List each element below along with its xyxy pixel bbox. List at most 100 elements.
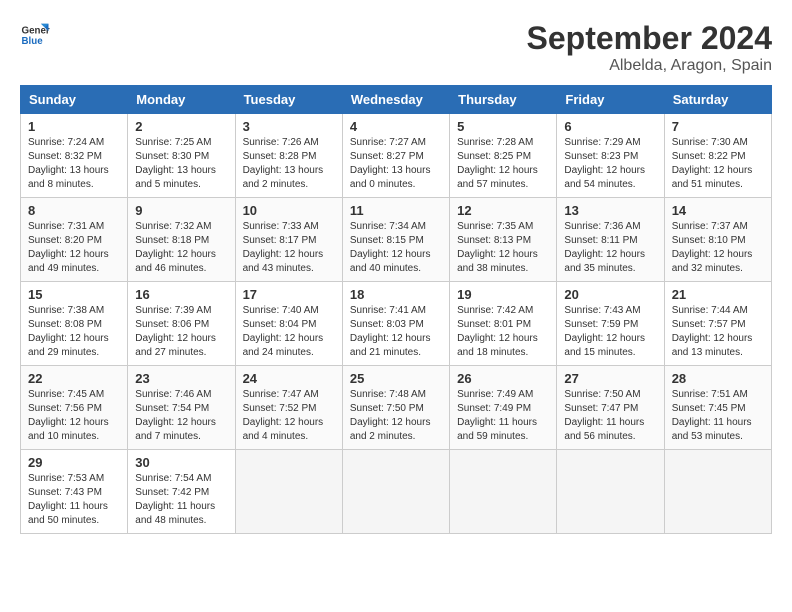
day-header-monday: Monday [128, 86, 235, 114]
calendar-cell: 28Sunrise: 7:51 AM Sunset: 7:45 PM Dayli… [664, 366, 771, 450]
day-info: Sunrise: 7:36 AM Sunset: 8:11 PM Dayligh… [564, 220, 656, 276]
calendar-cell: 7 Sunrise: 7:30 AM Sunset: 8:22 PM Daylig… [664, 114, 771, 198]
day-header-thursday: Thursday [450, 86, 557, 114]
day-number: 27 [564, 371, 656, 386]
calendar-cell: 17 Sunrise: 7:40 AM Sunset: 8:04 PM Dayli… [235, 282, 342, 366]
logo-icon: General Blue [20, 20, 50, 50]
title-block: September 2024 Albelda, Aragon, Spain [527, 20, 772, 75]
day-number: 8 [28, 203, 120, 218]
day-info: Sunrise: 7:26 AM Sunset: 8:28 PM Dayligh… [243, 136, 335, 192]
day-number: 2 [135, 119, 227, 134]
calendar-cell: 25 Sunrise: 7:48 AM Sunset: 7:50 PM Dayli… [342, 366, 449, 450]
day-info: Sunrise: 7:31 AM Sunset: 8:20 PM Dayligh… [28, 220, 120, 276]
day-number: 4 [350, 119, 442, 134]
day-number: 6 [564, 119, 656, 134]
day-number: 15 [28, 287, 120, 302]
day-info: Sunrise: 7:39 AM Sunset: 8:06 PM Dayligh… [135, 304, 227, 360]
day-number: 16 [135, 287, 227, 302]
calendar-cell: 23Sunrise: 7:46 AM Sunset: 7:54 PM Dayli… [128, 366, 235, 450]
calendar-cell [664, 450, 771, 534]
calendar-cell: 2 Sunrise: 7:25 AM Sunset: 8:30 PM Daylig… [128, 114, 235, 198]
day-number: 23 [135, 371, 227, 386]
day-info: Sunrise: 7:38 AM Sunset: 8:08 PM Dayligh… [28, 304, 120, 360]
day-number: 1 [28, 119, 120, 134]
day-header-saturday: Saturday [664, 86, 771, 114]
day-number: 22 [28, 371, 120, 386]
calendar-cell: 4Sunrise: 7:27 AM Sunset: 8:27 PM Daylig… [342, 114, 449, 198]
day-number: 7 [672, 119, 764, 134]
day-info: Sunrise: 7:48 AM Sunset: 7:50 PM Dayligh… [350, 388, 442, 444]
svg-text:Blue: Blue [22, 36, 44, 47]
day-info: Sunrise: 7:35 AM Sunset: 8:13 PM Dayligh… [457, 220, 549, 276]
week-row-3: 15 Sunrise: 7:38 AM Sunset: 8:08 PM Dayli… [21, 282, 772, 366]
day-info: Sunrise: 7:40 AM Sunset: 8:04 PM Dayligh… [243, 304, 335, 360]
month-title: September 2024 [527, 20, 772, 57]
calendar-body: 1 Sunrise: 7:24 AM Sunset: 8:32 PM Daylig… [21, 114, 772, 534]
day-info: Sunrise: 7:25 AM Sunset: 8:30 PM Dayligh… [135, 136, 227, 192]
calendar-cell: 8 Sunrise: 7:31 AM Sunset: 8:20 PM Daylig… [21, 198, 128, 282]
calendar-cell: 18 Sunrise: 7:41 AM Sunset: 8:03 PM Dayli… [342, 282, 449, 366]
day-info: Sunrise: 7:53 AM Sunset: 7:43 PM Dayligh… [28, 472, 120, 528]
calendar-cell [450, 450, 557, 534]
calendar-cell: 14 Sunrise: 7:37 AM Sunset: 8:10 PM Dayli… [664, 198, 771, 282]
calendar-cell: 9 Sunrise: 7:32 AM Sunset: 8:18 PM Daylig… [128, 198, 235, 282]
calendar-cell [557, 450, 664, 534]
header: General Blue September 2024 Albelda, Ara… [20, 20, 772, 75]
day-number: 25 [350, 371, 442, 386]
calendar-cell: 24 Sunrise: 7:47 AM Sunset: 7:52 PM Dayli… [235, 366, 342, 450]
day-info: Sunrise: 7:44 AM Sunset: 7:57 PM Dayligh… [672, 304, 764, 360]
day-info: Sunrise: 7:41 AM Sunset: 8:03 PM Dayligh… [350, 304, 442, 360]
calendar-table: SundayMondayTuesdayWednesdayThursdayFrid… [20, 85, 772, 534]
day-header-tuesday: Tuesday [235, 86, 342, 114]
logo: General Blue [20, 20, 50, 50]
day-number: 14 [672, 203, 764, 218]
day-header-friday: Friday [557, 86, 664, 114]
calendar-cell: 22Sunrise: 7:45 AM Sunset: 7:56 PM Dayli… [21, 366, 128, 450]
day-info: Sunrise: 7:30 AM Sunset: 8:22 PM Dayligh… [672, 136, 764, 192]
day-number: 21 [672, 287, 764, 302]
day-number: 3 [243, 119, 335, 134]
day-number: 29 [28, 455, 120, 470]
calendar-cell: 1 Sunrise: 7:24 AM Sunset: 8:32 PM Daylig… [21, 114, 128, 198]
week-row-5: 29 Sunrise: 7:53 AM Sunset: 7:43 PM Dayli… [21, 450, 772, 534]
calendar-cell: 3 Sunrise: 7:26 AM Sunset: 8:28 PM Daylig… [235, 114, 342, 198]
day-number: 12 [457, 203, 549, 218]
day-info: Sunrise: 7:50 AM Sunset: 7:47 PM Dayligh… [564, 388, 656, 444]
day-info: Sunrise: 7:24 AM Sunset: 8:32 PM Dayligh… [28, 136, 120, 192]
day-number: 20 [564, 287, 656, 302]
day-number: 19 [457, 287, 549, 302]
day-info: Sunrise: 7:54 AM Sunset: 7:42 PM Dayligh… [135, 472, 227, 528]
day-number: 5 [457, 119, 549, 134]
calendar-cell: 19Sunrise: 7:42 AM Sunset: 8:01 PM Dayli… [450, 282, 557, 366]
day-number: 30 [135, 455, 227, 470]
calendar-cell: 10Sunrise: 7:33 AM Sunset: 8:17 PM Dayli… [235, 198, 342, 282]
day-number: 11 [350, 203, 442, 218]
day-number: 13 [564, 203, 656, 218]
day-number: 9 [135, 203, 227, 218]
day-info: Sunrise: 7:28 AM Sunset: 8:25 PM Dayligh… [457, 136, 549, 192]
day-header-sunday: Sunday [21, 86, 128, 114]
day-info: Sunrise: 7:32 AM Sunset: 8:18 PM Dayligh… [135, 220, 227, 276]
day-info: Sunrise: 7:43 AM Sunset: 7:59 PM Dayligh… [564, 304, 656, 360]
week-row-4: 22Sunrise: 7:45 AM Sunset: 7:56 PM Dayli… [21, 366, 772, 450]
calendar-cell: 15 Sunrise: 7:38 AM Sunset: 8:08 PM Dayli… [21, 282, 128, 366]
week-row-2: 8 Sunrise: 7:31 AM Sunset: 8:20 PM Daylig… [21, 198, 772, 282]
day-number: 18 [350, 287, 442, 302]
calendar-header-row: SundayMondayTuesdayWednesdayThursdayFrid… [21, 86, 772, 114]
calendar-cell: 12 Sunrise: 7:35 AM Sunset: 8:13 PM Dayli… [450, 198, 557, 282]
calendar-cell: 30 Sunrise: 7:54 AM Sunset: 7:42 PM Dayli… [128, 450, 235, 534]
day-number: 24 [243, 371, 335, 386]
calendar-cell: 11Sunrise: 7:34 AM Sunset: 8:15 PM Dayli… [342, 198, 449, 282]
calendar-cell [235, 450, 342, 534]
calendar-cell: 20 Sunrise: 7:43 AM Sunset: 7:59 PM Dayli… [557, 282, 664, 366]
day-number: 26 [457, 371, 549, 386]
day-info: Sunrise: 7:29 AM Sunset: 8:23 PM Dayligh… [564, 136, 656, 192]
location-title: Albelda, Aragon, Spain [527, 57, 772, 75]
day-info: Sunrise: 7:37 AM Sunset: 8:10 PM Dayligh… [672, 220, 764, 276]
day-info: Sunrise: 7:51 AM Sunset: 7:45 PM Dayligh… [672, 388, 764, 444]
day-info: Sunrise: 7:47 AM Sunset: 7:52 PM Dayligh… [243, 388, 335, 444]
day-info: Sunrise: 7:33 AM Sunset: 8:17 PM Dayligh… [243, 220, 335, 276]
day-number: 17 [243, 287, 335, 302]
calendar-cell: 5 Sunrise: 7:28 AM Sunset: 8:25 PM Daylig… [450, 114, 557, 198]
week-row-1: 1 Sunrise: 7:24 AM Sunset: 8:32 PM Daylig… [21, 114, 772, 198]
